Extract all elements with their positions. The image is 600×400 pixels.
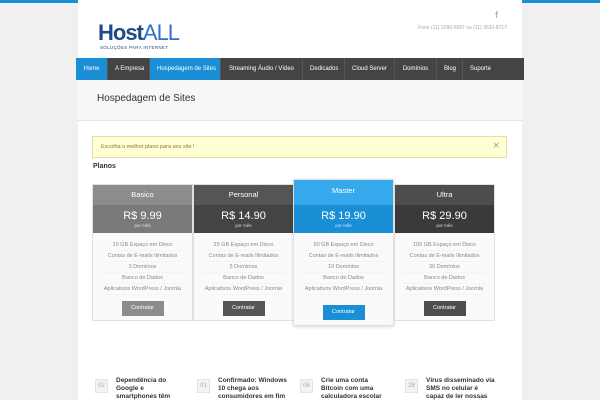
plan-price: R$ 9.99 <box>123 210 162 222</box>
plan-period: por mês <box>235 223 252 228</box>
plan-features: 10 GB Espaço em Disco Contas de E-mails … <box>93 233 192 295</box>
news-day: 01 <box>197 379 210 393</box>
news-title[interactable]: Confirmado: Windows 10 chega aos consumi… <box>218 377 288 400</box>
nav-item-streaming[interactable]: Streaming Áudio / Vídeo <box>221 58 303 80</box>
plan-name: Basico <box>93 185 192 205</box>
plan-price-box: R$ 29.90 por mês <box>395 205 494 233</box>
news-day: 28 <box>405 379 418 393</box>
logo[interactable]: HostALL SOLUÇÕES PARA INTERNET <box>98 22 198 52</box>
plan-price-box: R$ 9.99 por mês <box>93 205 192 233</box>
plan-feature: 100 GB Espaço em Disco <box>403 240 486 251</box>
phone-text: Fone (11) 3280-5997 ou (11) 3633-8717 <box>418 25 507 31</box>
nav-item-hospedagem[interactable]: Hospedagem de Sites <box>150 58 221 80</box>
close-icon[interactable]: × <box>492 141 500 151</box>
plan-features: 25 GB Espaço em Disco Contas de E-mails … <box>194 233 293 295</box>
plan-feature: Banco de Dados <box>202 273 285 284</box>
main-nav: Home A Empresa Hospedagem de Sites Strea… <box>76 58 524 80</box>
plan-price-box: R$ 14.90 por mês <box>194 205 293 233</box>
plan-price: R$ 19.90 <box>321 210 366 222</box>
contratar-button[interactable]: Contratar <box>423 301 466 316</box>
contratar-button[interactable]: Contratar <box>121 301 164 316</box>
news-item[interactable]: 28 Vírus disseminado via SMS no celular … <box>405 377 505 400</box>
plan-feature: 50 GB Espaço em Disco <box>302 240 385 251</box>
plan-feature: Banco de Dados <box>302 273 385 284</box>
plan-feature: Contas de E-mails Ilimitados <box>302 251 385 262</box>
plan-card-ultra: Ultra R$ 29.90 por mês 100 GB Espaço em … <box>394 184 495 321</box>
plan-feature: Aplicativos WordPress / Joomla <box>403 284 486 295</box>
plan-feature: Banco de Dados <box>403 273 486 284</box>
plan-name: Ultra <box>395 185 494 205</box>
plan-period: por mês <box>436 223 453 228</box>
plan-feature: Aplicativos WordPress / Joomla <box>302 284 385 295</box>
plan-card-personal: Personal R$ 14.90 por mês 25 GB Espaço e… <box>193 184 294 321</box>
page-title: Hospedagem de Sites <box>97 93 196 104</box>
plan-card-basico: Basico R$ 9.99 por mês 10 GB Espaço em D… <box>92 184 193 321</box>
plan-feature: 5 Domínios <box>202 262 285 273</box>
plan-features: 50 GB Espaço em Disco Contas de E-mails … <box>294 233 393 295</box>
news-title[interactable]: Vírus disseminado via SMS no celular é c… <box>426 377 496 400</box>
nav-item-home[interactable]: Home <box>76 58 108 80</box>
plan-name: Master <box>294 180 393 205</box>
nav-item-empresa[interactable]: A Empresa <box>108 58 150 80</box>
plan-feature: 30 Domínios <box>403 262 486 273</box>
plan-feature: Contas de E-mails Ilimitados <box>403 251 486 262</box>
nav-item-blog[interactable]: Blog <box>437 58 463 80</box>
plan-feature: Contas de E-mails Ilimitados <box>202 251 285 262</box>
alert-text: Escolha o melhor plano para seu site ! <box>101 144 195 150</box>
nav-item-cloud-server[interactable]: Cloud Server <box>345 58 395 80</box>
contratar-button[interactable]: Contratar <box>322 305 365 320</box>
news-item[interactable]: 01 Confirmado: Windows 10 chega aos cons… <box>197 377 297 400</box>
plan-card-master: Master R$ 19.90 por mês 50 GB Espaço em … <box>293 179 394 326</box>
contratar-button[interactable]: Contratar <box>222 301 265 316</box>
plans-title: Planos <box>93 163 116 170</box>
logo-all-text: ALL <box>142 20 180 45</box>
plan-features: 100 GB Espaço em Disco Contas de E-mails… <box>395 233 494 295</box>
plan-period: por mês <box>335 223 352 228</box>
news-title[interactable]: Dependência do Google e smartphones têm … <box>116 377 186 400</box>
plan-feature: 10 GB Espaço em Disco <box>101 240 184 251</box>
facebook-icon[interactable]: f <box>495 11 498 21</box>
news-title[interactable]: Crie uma conta Bitcoin com uma calculado… <box>321 377 391 400</box>
plan-feature: 25 GB Espaço em Disco <box>202 240 285 251</box>
news-day: 02 <box>95 379 108 393</box>
plan-feature: Banco de Dados <box>101 273 184 284</box>
plan-price: R$ 14.90 <box>221 210 266 222</box>
plan-feature: 3 Domínios <box>101 262 184 273</box>
plan-price: R$ 29.90 <box>422 210 467 222</box>
plan-feature: 10 Domínios <box>302 262 385 273</box>
logo-host-text: Host <box>98 20 144 45</box>
alert-box: Escolha o melhor plano para seu site ! × <box>92 136 507 158</box>
nav-item-suporte[interactable]: Suporte <box>463 58 498 80</box>
nav-item-dominios[interactable]: Domínios <box>395 58 437 80</box>
logo-tagline: SOLUÇÕES PARA INTERNET <box>100 45 169 50</box>
news-item[interactable]: 06 Crie uma conta Bitcoin com uma calcul… <box>300 377 400 400</box>
plan-price-box: R$ 19.90 por mês <box>294 205 393 233</box>
news-day: 06 <box>300 379 313 393</box>
nav-item-dedicados[interactable]: Dedicados <box>303 58 345 80</box>
plan-feature: Aplicativos WordPress / Joomla <box>202 284 285 295</box>
plan-feature: Contas de E-mails Ilimitados <box>101 251 184 262</box>
news-item[interactable]: 02 Dependência do Google e smartphones t… <box>95 377 195 400</box>
plan-name: Personal <box>194 185 293 205</box>
plan-feature: Aplicativos WordPress / Joomla <box>101 284 184 295</box>
plan-period: por mês <box>134 223 151 228</box>
